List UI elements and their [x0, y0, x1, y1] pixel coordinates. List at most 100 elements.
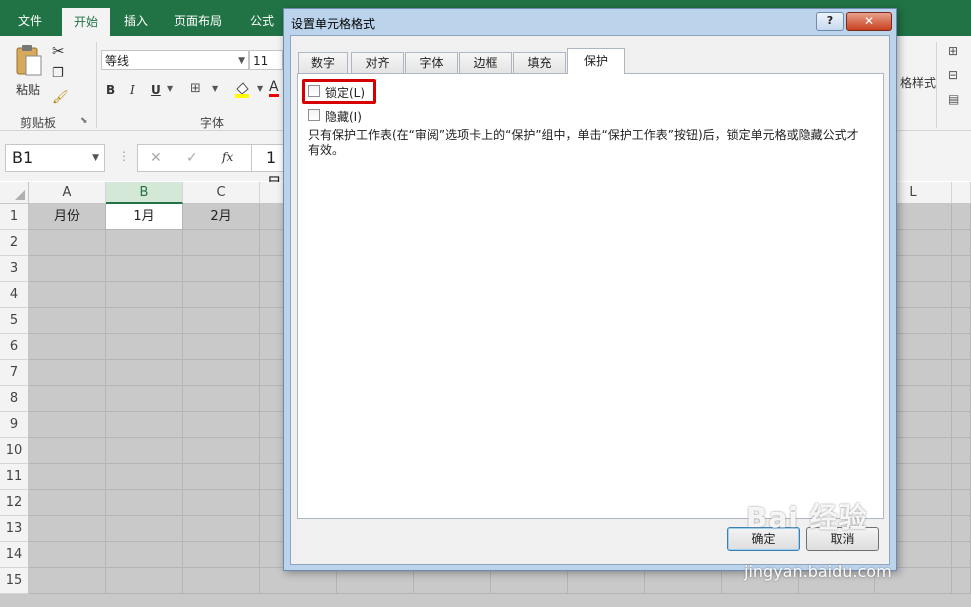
cell[interactable] [106, 256, 183, 282]
cell[interactable] [183, 282, 260, 308]
font-name-combo[interactable]: 等线 ▼ [101, 50, 249, 70]
cell[interactable] [952, 256, 971, 282]
cell[interactable] [952, 308, 971, 334]
tab-border[interactable]: 边框 [459, 52, 512, 73]
cell[interactable] [29, 438, 106, 464]
row-header[interactable]: 13 [0, 516, 29, 542]
underline-button[interactable]: U [151, 83, 161, 97]
row-header[interactable]: 8 [0, 386, 29, 412]
cell[interactable] [183, 490, 260, 516]
cell[interactable] [183, 308, 260, 334]
cell-c1[interactable]: 2月 [183, 204, 260, 230]
cell[interactable] [952, 438, 971, 464]
cancel-icon[interactable]: ✕ [150, 150, 162, 166]
chevron-down-icon[interactable]: ▼ [212, 84, 218, 93]
paste-button[interactable]: 粘贴 [14, 44, 44, 98]
cell[interactable] [183, 386, 260, 412]
cell[interactable] [106, 438, 183, 464]
tab-formulas[interactable]: 公式 [240, 0, 284, 36]
cell[interactable] [29, 282, 106, 308]
help-button[interactable]: ? [816, 12, 844, 31]
font-color-button[interactable]: A [269, 80, 279, 97]
dialog-launcher-icon[interactable]: ⬊ [80, 116, 88, 126]
column-header-m[interactable] [952, 182, 971, 204]
cell[interactable] [106, 490, 183, 516]
cell[interactable] [952, 386, 971, 412]
italic-button[interactable]: I [130, 83, 135, 97]
cell[interactable] [183, 438, 260, 464]
row-header[interactable]: 9 [0, 412, 29, 438]
row-header[interactable]: 11 [0, 464, 29, 490]
cell[interactable] [952, 204, 971, 230]
close-button[interactable]: ✕ [846, 12, 892, 31]
cell[interactable] [952, 412, 971, 438]
row-header[interactable]: 14 [0, 542, 29, 568]
tab-protection[interactable]: 保护 [567, 48, 625, 74]
enter-icon[interactable]: ✓ [186, 150, 198, 166]
chevron-down-icon[interactable]: ▼ [257, 84, 263, 93]
cell[interactable] [183, 256, 260, 282]
tab-alignment[interactable]: 对齐 [351, 52, 404, 73]
cell[interactable] [29, 568, 106, 594]
cell[interactable] [29, 360, 106, 386]
cell[interactable] [29, 516, 106, 542]
bold-button[interactable]: B [106, 83, 115, 97]
tab-insert[interactable]: 插入 [114, 0, 158, 36]
cell[interactable] [183, 542, 260, 568]
cell[interactable] [491, 568, 568, 594]
tab-font[interactable]: 字体 [405, 52, 458, 73]
cell-a1[interactable]: 月份 [29, 204, 106, 230]
cell[interactable] [106, 386, 183, 412]
cell[interactable] [29, 308, 106, 334]
cell-b1[interactable]: 1月 [106, 204, 183, 230]
tab-page-layout[interactable]: 页面布局 [166, 0, 230, 36]
tab-file[interactable]: 文件 [8, 0, 52, 36]
cell[interactable] [568, 568, 645, 594]
cell[interactable] [29, 412, 106, 438]
cell[interactable] [952, 230, 971, 256]
tab-number[interactable]: 数字 [298, 52, 348, 73]
row-header[interactable]: 5 [0, 308, 29, 334]
cell[interactable] [952, 282, 971, 308]
cell[interactable] [106, 542, 183, 568]
row-header[interactable]: 10 [0, 438, 29, 464]
cell[interactable] [183, 568, 260, 594]
select-all-corner[interactable] [0, 182, 29, 204]
cell[interactable] [337, 568, 414, 594]
cell[interactable] [183, 334, 260, 360]
row-header[interactable]: 7 [0, 360, 29, 386]
cell[interactable] [645, 568, 722, 594]
cell[interactable] [183, 516, 260, 542]
cell[interactable] [414, 568, 491, 594]
column-header-c[interactable]: C [183, 182, 260, 204]
column-header-a[interactable]: A [29, 182, 106, 204]
cell-styles-button[interactable]: 格样式 [900, 74, 936, 91]
cell[interactable] [183, 464, 260, 490]
cell[interactable] [29, 230, 106, 256]
chevron-down-icon[interactable]: ▼ [167, 84, 173, 93]
insert-function-icon[interactable]: fx [222, 150, 233, 164]
column-header-b[interactable]: B [106, 182, 183, 204]
cell[interactable] [106, 334, 183, 360]
row-header[interactable]: 12 [0, 490, 29, 516]
cell[interactable] [106, 308, 183, 334]
cell[interactable] [106, 230, 183, 256]
cell[interactable] [183, 412, 260, 438]
delete-cells-icon[interactable]: ⊟ [948, 68, 958, 82]
row-header[interactable]: 1 [0, 204, 29, 230]
hide-checkbox[interactable] [308, 109, 320, 121]
cut-icon[interactable]: ✂ [52, 42, 65, 60]
cell[interactable] [29, 256, 106, 282]
row-header[interactable]: 4 [0, 282, 29, 308]
cell[interactable] [952, 360, 971, 386]
cell[interactable] [29, 542, 106, 568]
cell[interactable] [260, 568, 337, 594]
cell[interactable] [952, 464, 971, 490]
font-size-combo[interactable]: 11 [249, 50, 283, 70]
cell[interactable] [106, 516, 183, 542]
cell[interactable] [952, 334, 971, 360]
borders-icon[interactable]: ⊞ [190, 81, 201, 96]
cell[interactable] [183, 360, 260, 386]
cell[interactable] [106, 464, 183, 490]
cell[interactable] [29, 490, 106, 516]
